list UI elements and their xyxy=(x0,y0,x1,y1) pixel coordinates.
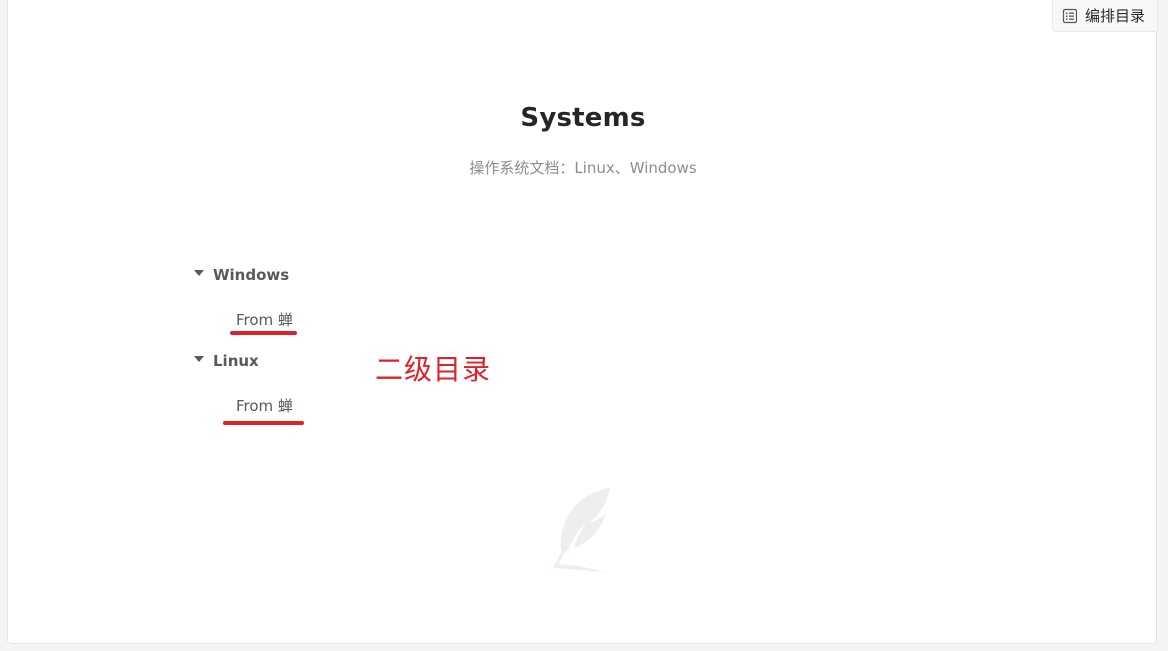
document-page: Systems 操作系统文档：Linux、Windows Windows Fro… xyxy=(7,0,1157,644)
feather-icon xyxy=(554,488,610,572)
toc-edit-button[interactable]: 编排目录 xyxy=(1052,0,1158,32)
annotation-underline xyxy=(230,331,297,335)
annotation-label: 二级目录 xyxy=(375,353,492,386)
page-subtitle: 操作系统文档：Linux、Windows xyxy=(469,159,697,177)
catalog-group-windows[interactable]: Windows xyxy=(194,266,289,284)
caret-down-icon[interactable] xyxy=(194,356,204,362)
catalog-item-windows-from[interactable]: From 蝉 xyxy=(236,309,293,330)
annotation-underline xyxy=(223,421,304,425)
catalog-group-linux[interactable]: Linux xyxy=(194,352,259,370)
caret-down-icon[interactable] xyxy=(194,270,204,276)
catalog-group-label: Windows xyxy=(213,266,290,284)
toc-edit-button-label: 编排目录 xyxy=(1085,7,1146,25)
catalog-item-linux-from[interactable]: From 蝉 xyxy=(236,395,293,416)
catalog-group-label: Linux xyxy=(213,352,259,370)
list-icon xyxy=(1062,8,1078,23)
page-title: Systems xyxy=(520,103,646,133)
